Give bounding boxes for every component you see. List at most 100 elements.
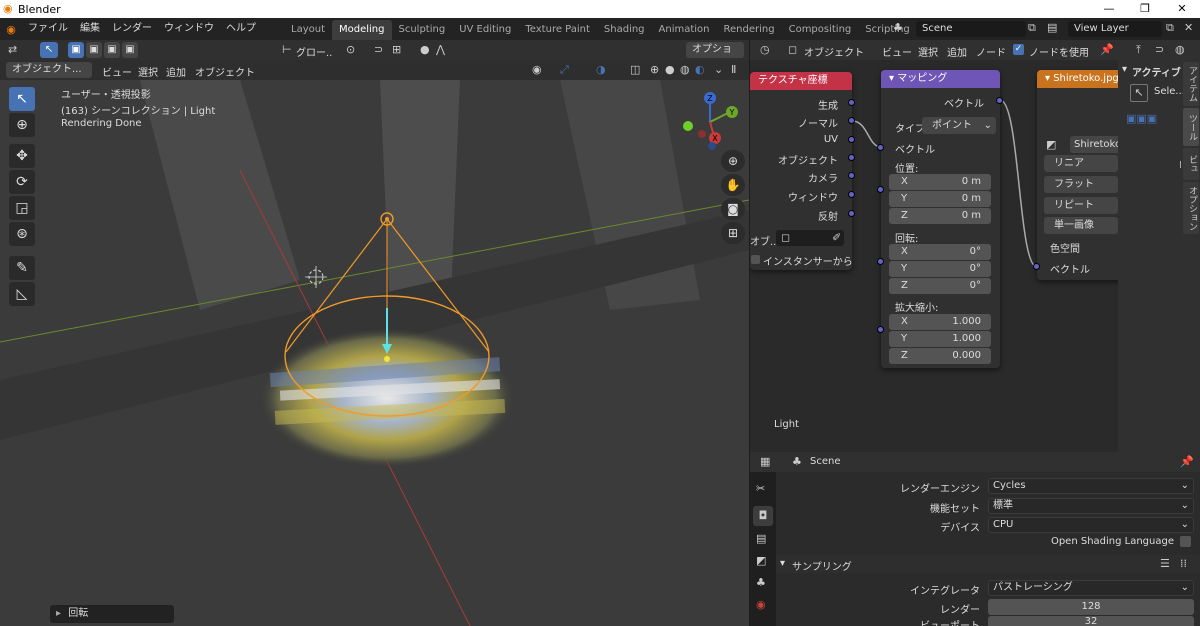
tab-layout[interactable]: Layout xyxy=(284,20,332,40)
scale-z-field[interactable]: Z 0.000 xyxy=(889,348,991,364)
tool-rotate-icon[interactable]: ⟳ xyxy=(9,170,35,194)
menu-file[interactable]: ファイル xyxy=(22,18,74,40)
shading-solid-icon[interactable]: ● xyxy=(665,63,675,76)
device-dropdown[interactable]: CPU ⌄ xyxy=(988,517,1194,533)
snap-icon[interactable]: ⊃ xyxy=(374,43,383,56)
tool-scale-icon[interactable]: ◲ xyxy=(9,196,35,220)
node-menu-add[interactable]: 追加 xyxy=(947,44,967,59)
select-invert-icon[interactable]: ▣ xyxy=(122,42,138,58)
tab-texture-paint[interactable]: Texture Paint xyxy=(518,20,597,40)
overlay-node-icon[interactable]: ◍ xyxy=(1175,43,1185,56)
sampling-presets-icon[interactable]: ☰ xyxy=(1160,557,1170,570)
image-file-field[interactable]: Shiretoko. xyxy=(1070,136,1118,153)
socket-scale-in[interactable] xyxy=(877,326,884,333)
source-dropdown[interactable]: 単一画像 xyxy=(1044,217,1118,234)
socket-mapping-vector-in[interactable] xyxy=(877,144,884,151)
viewport-menu-object[interactable]: オブジェクト xyxy=(195,64,255,79)
properties-pin-icon[interactable]: 📌 xyxy=(1180,455,1194,468)
tab-scripting[interactable]: Scripting xyxy=(858,20,916,40)
integrator-dropdown[interactable]: パストレーシング ⌄ xyxy=(988,580,1194,596)
ortho-grid-icon[interactable]: ⊞ xyxy=(721,222,745,244)
scene-copy-icon[interactable]: ⧉ xyxy=(1028,21,1036,35)
tab-sculpting[interactable]: Sculpting xyxy=(392,20,453,40)
view-layer-properties-icon[interactable]: ◩ xyxy=(756,554,766,567)
pan-hand-icon[interactable]: ✋ xyxy=(721,174,745,196)
render-samples-field[interactable]: 128 xyxy=(988,599,1194,615)
sidebar-select-mode-icon[interactable]: ▣▣▣ xyxy=(1126,112,1157,125)
select-extend-icon[interactable]: ▣ xyxy=(86,42,102,58)
rotation-x-field[interactable]: X 0° xyxy=(889,244,991,260)
tab-animation[interactable]: Animation xyxy=(652,20,717,40)
view-layer-copy-icon[interactable]: ⧉ xyxy=(1166,21,1174,35)
node-editor[interactable]: テクスチャ座標 生成 ノーマル UV オブジェクト カメラ ウィンドウ 反射 オ… xyxy=(750,60,1118,452)
socket-rotation-in[interactable] xyxy=(877,258,884,265)
rotation-z-field[interactable]: Z 0° xyxy=(889,278,991,294)
tool-cursor-icon[interactable]: ⊕ xyxy=(9,113,35,137)
gizmo-toggle-icon[interactable]: ⤢ xyxy=(560,63,569,77)
socket-camera[interactable] xyxy=(848,172,855,179)
tool-measure-icon[interactable]: ◺ xyxy=(9,282,35,306)
tab-modeling[interactable]: Modeling xyxy=(332,20,392,40)
parent-node-tree-icon[interactable]: ⤒ xyxy=(1136,43,1141,57)
gizmo-neg-y-ball[interactable] xyxy=(683,121,693,131)
sidebar-tab-item[interactable]: アイテム xyxy=(1183,62,1199,106)
viewport-samples-field[interactable]: 32 xyxy=(988,616,1194,626)
mapping-collapse-icon[interactable]: ▾ xyxy=(889,73,897,84)
tab-compositing[interactable]: Compositing xyxy=(782,20,859,40)
scene-icon[interactable]: ♣ xyxy=(893,21,903,34)
socket-window[interactable] xyxy=(848,191,855,198)
tab-shading[interactable]: Shading xyxy=(597,20,652,40)
tool-annotate-icon[interactable]: ✎ xyxy=(9,256,35,280)
location-z-field[interactable]: Z0 m xyxy=(889,208,991,224)
navigation-gizmo[interactable]: Z Y X xyxy=(680,90,744,154)
menu-render[interactable]: レンダー xyxy=(106,18,158,40)
socket-normal[interactable] xyxy=(848,117,855,124)
scale-y-field[interactable]: Y 1.000 xyxy=(889,331,991,347)
shading-material-icon[interactable]: ◍ xyxy=(680,63,690,76)
zoom-icon[interactable]: ⊕ xyxy=(721,150,745,172)
active-select-tool-icon[interactable]: ↖ xyxy=(1130,84,1148,102)
sampling-drag-icon[interactable]: ⁞⁞ xyxy=(1180,557,1187,570)
node-menu-view[interactable]: ビュー xyxy=(882,44,912,59)
select-new-icon[interactable]: ▣ xyxy=(68,42,84,58)
mode-dropdown[interactable]: オブジェクト... xyxy=(6,62,92,78)
view-layer-field[interactable]: View Layer xyxy=(1068,21,1162,37)
spot-target-point[interactable] xyxy=(384,356,390,362)
select-tool-icon[interactable]: ↖ xyxy=(40,42,58,58)
location-x-field[interactable]: X0 m xyxy=(889,174,991,190)
node-menu-select[interactable]: 選択 xyxy=(918,44,938,59)
interpolation-dropdown[interactable]: リニア xyxy=(1044,155,1118,172)
world-properties-icon[interactable]: ◉ xyxy=(756,598,766,611)
shading-wire-icon[interactable]: ⊕ xyxy=(650,63,659,76)
tab-uv-editing[interactable]: UV Editing xyxy=(452,20,518,40)
tool-select-icon[interactable]: ↖ xyxy=(9,87,35,111)
transform-pivot-icon[interactable]: ⇄ xyxy=(8,43,17,56)
eyedropper-icon[interactable]: ✐ xyxy=(832,231,841,244)
tab-rendering[interactable]: Rendering xyxy=(717,20,782,40)
blender-menu-icon[interactable]: ◉ xyxy=(0,23,22,36)
overlay-toggle-icon[interactable]: ◑ xyxy=(596,63,606,76)
view-layer-icon[interactable]: ▤ xyxy=(1047,21,1057,34)
proportional-edit-icon[interactable]: ● xyxy=(420,43,430,56)
3d-viewport[interactable]: ユーザー・透視投影 (163) シーンコレクション | Light Render… xyxy=(0,80,749,626)
use-nodes-checkbox[interactable]: ✓ xyxy=(1013,44,1024,55)
sidebar-tab-view[interactable]: ビュー xyxy=(1174,148,1199,180)
menu-window[interactable]: ウィンドウ xyxy=(158,18,220,40)
texcoord-node-title[interactable]: テクスチャ座標 xyxy=(750,72,852,90)
rotation-y-field[interactable]: Y 0° xyxy=(889,261,991,277)
viewport-menu-add[interactable]: 追加 xyxy=(166,64,186,79)
menu-edit[interactable]: 編集 xyxy=(74,18,106,40)
visibility-icon[interactable]: ◉ xyxy=(532,63,542,76)
xray-icon[interactable]: ◫ xyxy=(630,63,640,76)
node-menu-node[interactable]: ノード xyxy=(976,44,1006,59)
gizmo-neg-z-ball[interactable] xyxy=(708,142,716,150)
render-properties-icon[interactable]: ◘ xyxy=(753,506,773,526)
render-engine-dropdown[interactable]: Cycles ⌄ xyxy=(988,478,1194,494)
mapping-type-dropdown[interactable]: ポイント ⌄ xyxy=(922,117,996,134)
snap-target-icon[interactable]: ⊞ xyxy=(392,43,401,56)
feature-set-dropdown[interactable]: 標準 ⌄ xyxy=(988,498,1194,514)
socket-object[interactable] xyxy=(848,154,855,161)
extension-dropdown[interactable]: リピート xyxy=(1044,197,1118,214)
socket-location-in[interactable] xyxy=(877,186,884,193)
socket-reflection[interactable] xyxy=(848,210,855,217)
